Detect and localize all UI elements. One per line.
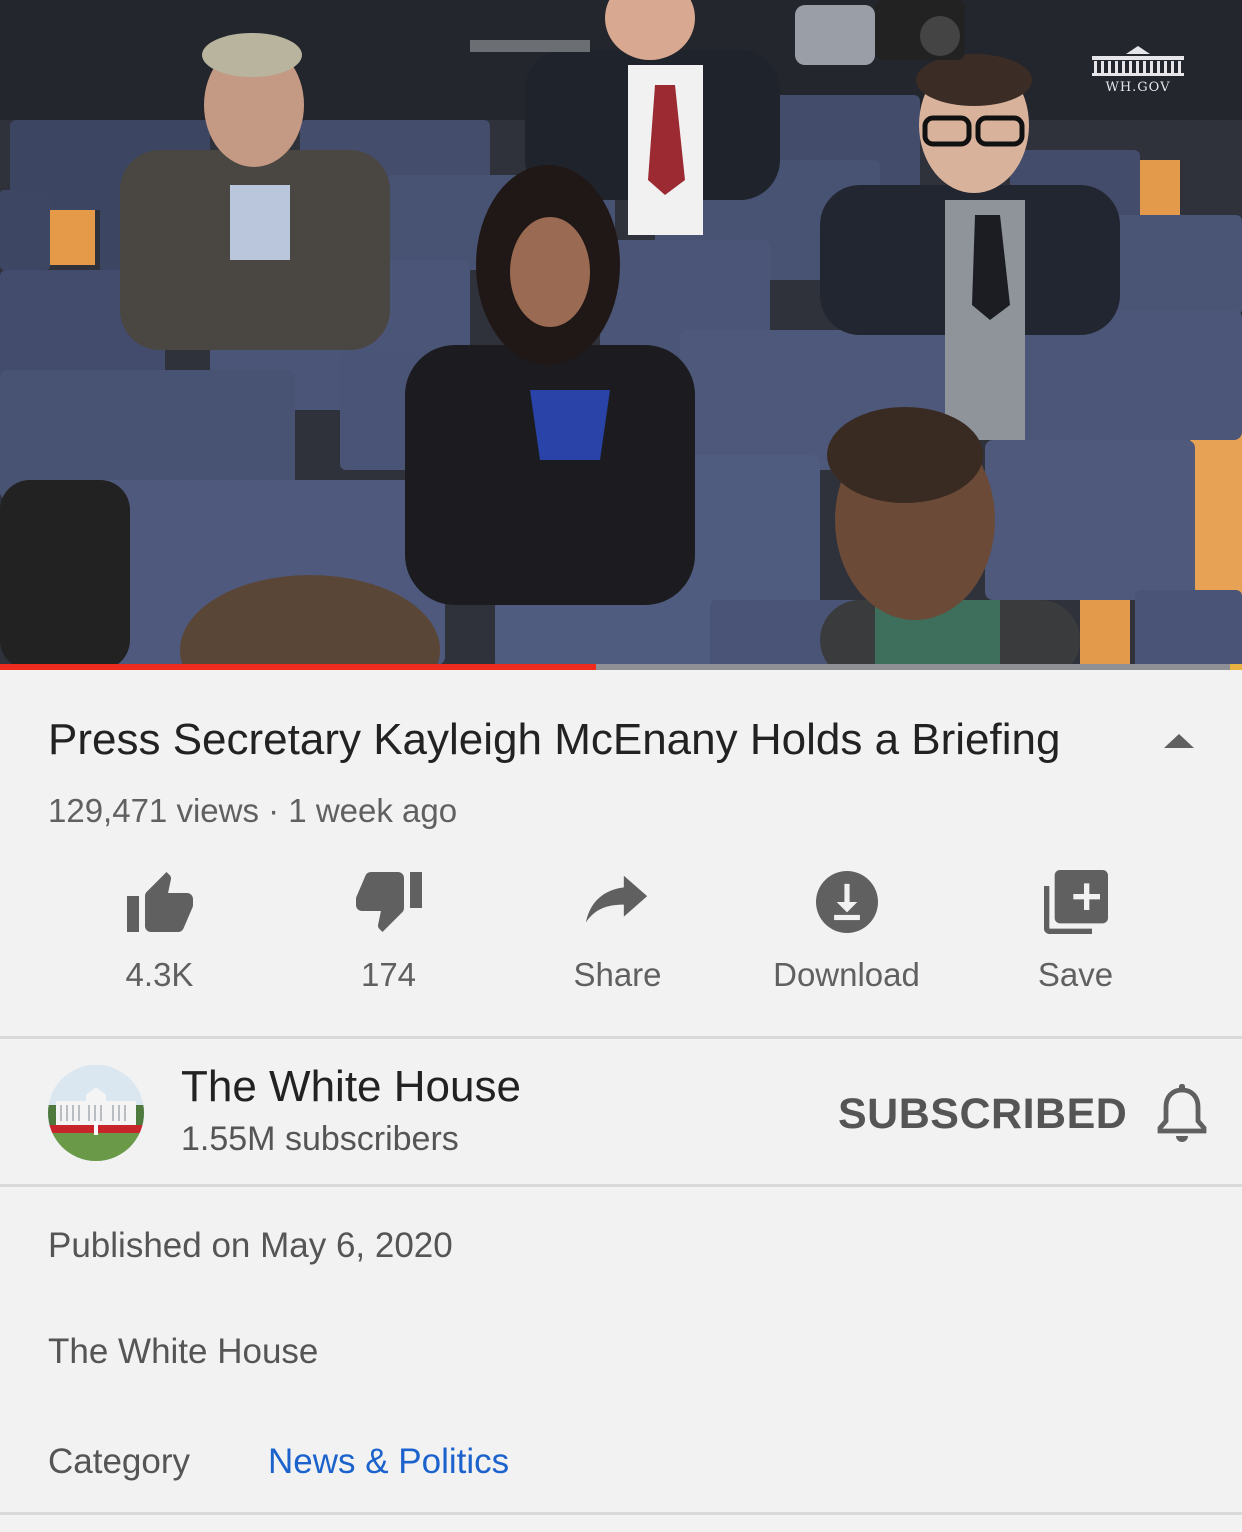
video-player[interactable]: WH.GOV — [0, 0, 1242, 670]
chevron-up-icon[interactable] — [1162, 730, 1196, 752]
video-progress-bar[interactable] — [0, 664, 1242, 670]
video-progress-end — [1230, 664, 1242, 670]
category-label: Category — [48, 1442, 191, 1481]
thumbs-down-icon — [355, 872, 422, 932]
action-bar: 4.3K 174 Share Download Save — [45, 862, 1191, 1002]
description-text: The White House — [48, 1332, 319, 1371]
dislike-button[interactable]: 174 — [274, 862, 503, 1002]
dislike-count: 174 — [360, 956, 417, 993]
video-title: Press Secretary Kayleigh McEnany Holds a… — [48, 715, 1061, 764]
video-title-row[interactable]: Press Secretary Kayleigh McEnany Holds a… — [48, 712, 1198, 772]
download-label: Download — [773, 956, 920, 993]
white-house-avatar-icon — [48, 1065, 144, 1161]
channel-row: The White House 1.55M subscribers SUBSCR… — [0, 1040, 1242, 1186]
thumbs-up-icon — [126, 872, 193, 932]
subscriber-count: 1.55M subscribers — [181, 1120, 459, 1158]
video-progress-fill — [0, 664, 597, 670]
white-house-logo-icon — [1092, 46, 1184, 76]
video-meta: 129,471 views · 1 week ago — [48, 792, 458, 829]
download-button[interactable]: Download — [732, 862, 961, 1002]
divider — [0, 1184, 1242, 1187]
like-count: 4.3K — [125, 956, 194, 993]
watermark-text: WH.GOV — [1105, 80, 1171, 95]
share-button[interactable]: Share — [503, 862, 732, 1002]
channel-avatar[interactable] — [48, 1065, 144, 1161]
divider — [0, 1512, 1242, 1515]
like-button[interactable]: 4.3K — [45, 862, 274, 1002]
divider — [0, 1036, 1242, 1039]
share-icon — [585, 875, 647, 923]
video-frame — [0, 0, 1242, 670]
download-icon — [815, 871, 878, 933]
wh-watermark: WH.GOV — [1090, 44, 1186, 95]
published-date: Published on May 6, 2020 — [48, 1226, 453, 1265]
save-button[interactable]: Save — [961, 862, 1190, 1002]
channel-name[interactable]: The White House — [181, 1062, 521, 1112]
playlist-add-icon — [1043, 870, 1108, 934]
share-label: Share — [573, 956, 662, 993]
notification-bell-icon[interactable] — [1154, 1082, 1210, 1146]
subscribed-button[interactable]: SUBSCRIBED — [838, 1090, 1127, 1139]
category-link[interactable]: News & Politics — [268, 1442, 509, 1482]
save-label: Save — [1037, 956, 1114, 993]
